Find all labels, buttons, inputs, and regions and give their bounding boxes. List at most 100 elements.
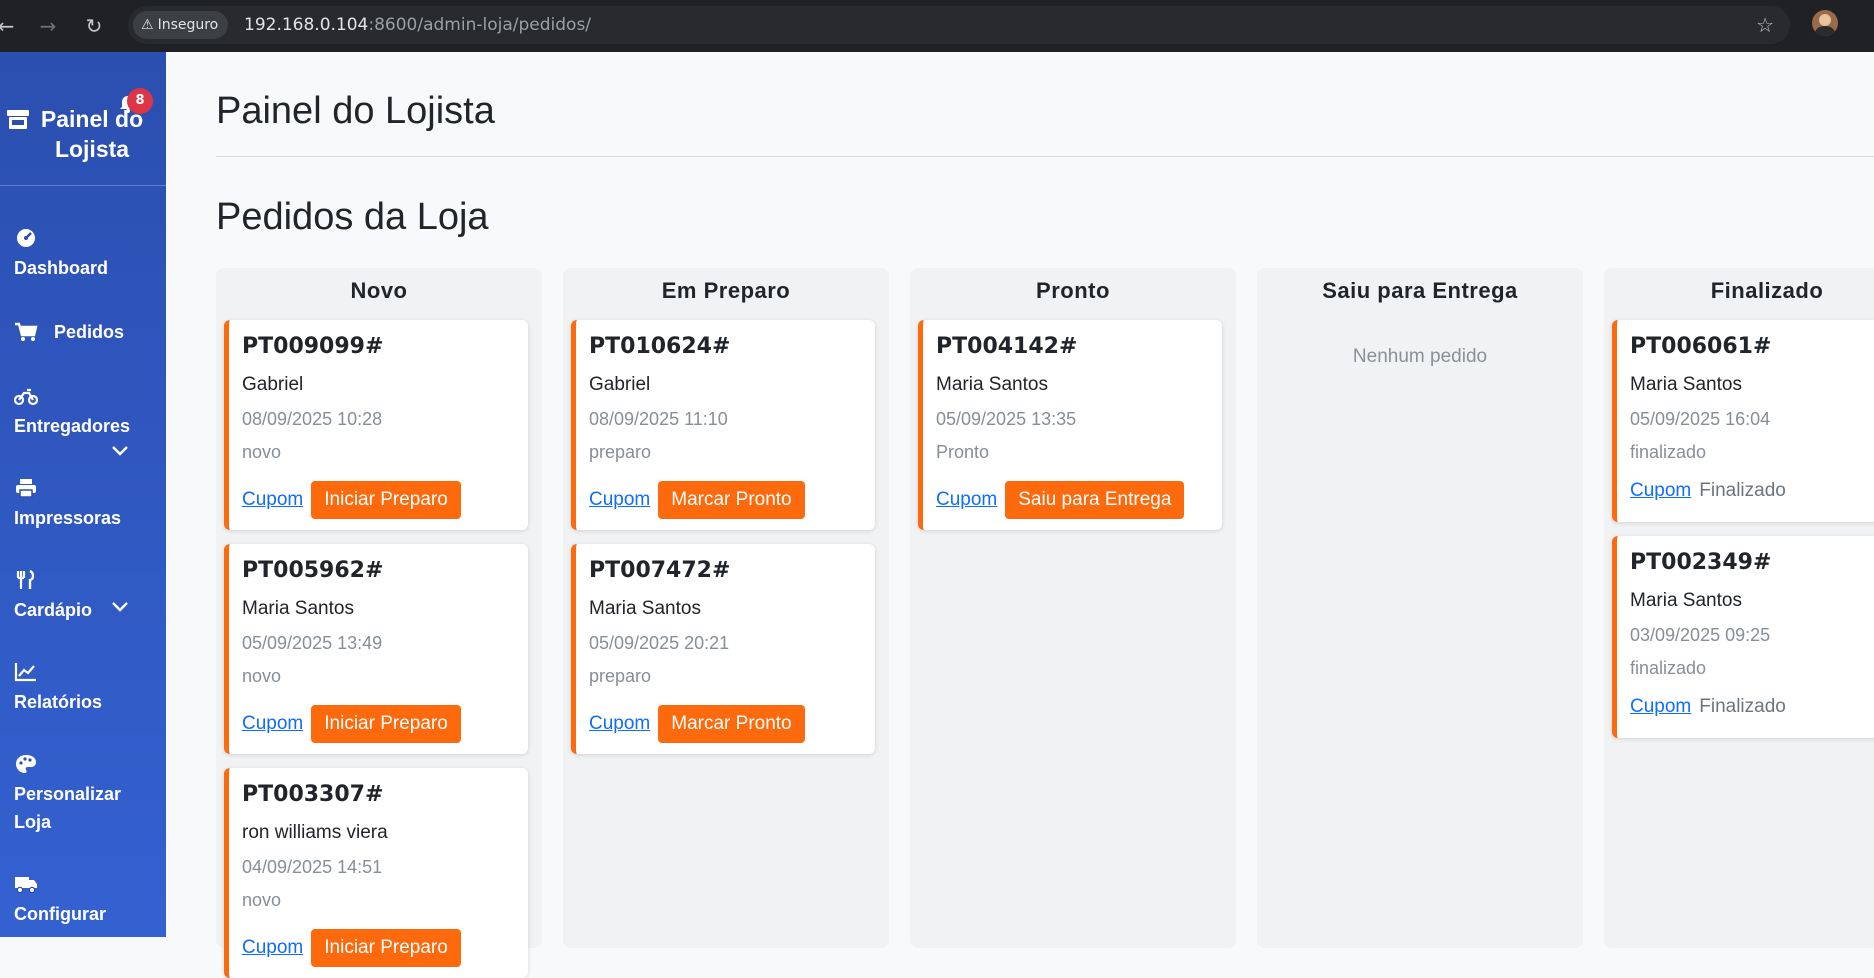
sidebar-item-label: Configurar bbox=[14, 904, 106, 924]
column-title: Novo bbox=[350, 278, 408, 303]
chevron-down-icon[interactable] bbox=[110, 600, 130, 614]
coupon-link[interactable]: Cupom bbox=[1630, 472, 1691, 510]
start-prep-button[interactable]: Iniciar Preparo bbox=[311, 481, 461, 519]
coupon-link[interactable]: Cupom bbox=[936, 481, 997, 519]
customer-name: Gabriel bbox=[242, 374, 304, 395]
card-actions: Cupom Iniciar Preparo bbox=[242, 929, 461, 967]
security-label: Inseguro bbox=[157, 17, 219, 33]
reload-icon[interactable]: ↻ bbox=[80, 12, 108, 40]
order-code: PT005962# bbox=[242, 558, 384, 583]
sidebar-item-label: Impressoras bbox=[14, 508, 122, 528]
sidebar: Painel do Lojista 8 Dashboard Pedidos En… bbox=[0, 52, 166, 937]
bookmark-star-icon[interactable]: ☆ bbox=[1756, 6, 1774, 44]
column-saiu-para-entrega: Saiu para Entrega Nenhum pedido bbox=[1257, 268, 1583, 948]
customer-name: Maria Santos bbox=[1630, 374, 1742, 395]
coupon-link[interactable]: Cupom bbox=[242, 481, 303, 519]
motorcycle-icon bbox=[14, 388, 38, 406]
start-prep-button[interactable]: Iniciar Preparo bbox=[311, 705, 461, 743]
column-title: Pronto bbox=[1036, 278, 1110, 303]
card-actions: Cupom Marcar Pronto bbox=[589, 705, 805, 743]
order-date: 05/09/2025 13:49 bbox=[242, 633, 383, 653]
mark-ready-button[interactable]: Marcar Pronto bbox=[658, 481, 805, 519]
order-status: preparo bbox=[589, 666, 652, 686]
order-status: novo bbox=[242, 666, 282, 686]
order-code: PT004142# bbox=[936, 334, 1078, 359]
mark-ready-button[interactable]: Marcar Pronto bbox=[658, 705, 805, 743]
customer-name: Gabriel bbox=[589, 374, 651, 395]
column-novo: Novo PT009099# Gabriel 08/09/2025 10:28 … bbox=[216, 268, 542, 978]
brand-header: Painel do Lojista 8 bbox=[0, 52, 166, 186]
sidebar-item-cardapio[interactable]: Cardápio bbox=[0, 570, 166, 630]
coupon-link[interactable]: Cupom bbox=[242, 929, 303, 967]
column-title: Finalizado bbox=[1710, 278, 1824, 303]
order-code: PT003307# bbox=[242, 782, 384, 807]
sidebar-item-dashboard[interactable]: Dashboard bbox=[0, 228, 166, 288]
start-prep-button[interactable]: Iniciar Preparo bbox=[311, 929, 461, 967]
sidebar-item-label: Pedidos bbox=[54, 322, 125, 342]
sidebar-item-label: Relatórios bbox=[14, 692, 103, 712]
out-for-delivery-button[interactable]: Saiu para Entrega bbox=[1005, 481, 1185, 519]
sidebar-item-entregadores[interactable]: Entregadores bbox=[0, 386, 166, 462]
back-arrow-icon[interactable]: ← bbox=[0, 12, 20, 40]
coupon-link[interactable]: Cupom bbox=[1630, 688, 1691, 726]
order-card[interactable]: PT002349# Maria Santos 03/09/2025 09:25 … bbox=[1612, 536, 1874, 738]
column-title: Saiu para Entrega bbox=[1322, 278, 1518, 303]
order-status: novo bbox=[242, 890, 282, 910]
coupon-link[interactable]: Cupom bbox=[242, 705, 303, 743]
url-text[interactable]: 192.168.0.104:8600/admin-loja/pedidos/ bbox=[244, 6, 591, 44]
column-finalizado: Finalizado PT006061# Maria Santos 05/09/… bbox=[1604, 268, 1874, 948]
order-date: 08/09/2025 10:28 bbox=[242, 409, 383, 429]
order-date: 04/09/2025 14:51 bbox=[242, 857, 383, 877]
order-card[interactable]: PT007472# Maria Santos 05/09/2025 20:21 … bbox=[571, 544, 875, 754]
order-date: 05/09/2025 16:04 bbox=[1630, 409, 1771, 429]
chart-line-icon bbox=[14, 663, 36, 682]
browser-toolbar: ← → ↻ ⚠ Inseguro 192.168.0.104:8600/admin… bbox=[0, 0, 1874, 52]
sidebar-item-label: Cardápio bbox=[14, 600, 93, 620]
sidebar-item-relatorios[interactable]: Relatórios bbox=[0, 662, 166, 722]
profile-avatar[interactable] bbox=[1812, 10, 1838, 36]
order-card[interactable]: PT004142# Maria Santos 05/09/2025 13:35 … bbox=[918, 320, 1222, 530]
url-host: 192.168.0.104 bbox=[244, 15, 369, 35]
notification-badge: 8 bbox=[127, 88, 153, 114]
address-bar[interactable]: ⚠ Inseguro 192.168.0.104:8600/admin-loja/… bbox=[128, 6, 1790, 44]
sidebar-item-pedidos[interactable]: Pedidos bbox=[0, 314, 166, 354]
finalized-label: Finalizado bbox=[1699, 480, 1786, 501]
cart-icon bbox=[15, 322, 38, 341]
forward-arrow-icon[interactable]: → bbox=[34, 12, 62, 40]
store-icon bbox=[7, 110, 29, 129]
order-status: preparo bbox=[589, 442, 652, 462]
divider bbox=[216, 156, 1874, 157]
sidebar-item-personalizar-loja[interactable]: Personalizar Loja bbox=[0, 754, 166, 844]
coupon-link[interactable]: Cupom bbox=[589, 481, 650, 519]
finalized-label: Finalizado bbox=[1699, 696, 1786, 717]
order-code: PT002349# bbox=[1630, 550, 1772, 575]
order-code: PT007472# bbox=[589, 558, 731, 583]
printer-icon bbox=[16, 479, 36, 498]
warning-icon: ⚠ bbox=[141, 17, 154, 33]
order-date: 08/09/2025 11:10 bbox=[589, 409, 728, 429]
order-card[interactable]: PT005962# Maria Santos 05/09/2025 13:49 … bbox=[224, 544, 528, 754]
utensils-icon bbox=[16, 570, 35, 589]
order-code: PT010624# bbox=[589, 334, 731, 359]
url-path: :8600/admin-loja/pedidos/ bbox=[368, 15, 592, 35]
sidebar-item-configurar[interactable]: Configurar bbox=[0, 874, 166, 934]
customer-name: Maria Santos bbox=[589, 598, 701, 619]
order-card[interactable]: PT009099# Gabriel 08/09/2025 10:28 novo … bbox=[224, 320, 528, 530]
security-chip[interactable]: ⚠ Inseguro bbox=[133, 11, 229, 39]
order-status: novo bbox=[242, 442, 282, 462]
chevron-down-icon[interactable] bbox=[110, 444, 130, 458]
palette-icon bbox=[16, 755, 36, 773]
order-date: 05/09/2025 20:21 bbox=[589, 633, 730, 653]
coupon-link[interactable]: Cupom bbox=[589, 705, 650, 743]
section-title: Pedidos da Loja bbox=[216, 196, 489, 238]
card-actions: Cupom Saiu para Entrega bbox=[936, 481, 1185, 519]
empty-state-text: Nenhum pedido bbox=[1352, 346, 1488, 367]
sidebar-item-impressoras[interactable]: Impressoras bbox=[0, 478, 166, 538]
customer-name: Maria Santos bbox=[936, 374, 1048, 395]
order-card[interactable]: PT006061# Maria Santos 05/09/2025 16:04 … bbox=[1612, 320, 1874, 522]
column-pronto: Pronto PT004142# Maria Santos 05/09/2025… bbox=[910, 268, 1236, 948]
column-title: Em Preparo bbox=[661, 278, 791, 303]
card-actions: Cupom Finalizado bbox=[1630, 688, 1786, 726]
order-card[interactable]: PT010624# Gabriel 08/09/2025 11:10 prepa… bbox=[571, 320, 875, 530]
order-card[interactable]: PT003307# ron williams viera 04/09/2025 … bbox=[224, 768, 528, 978]
